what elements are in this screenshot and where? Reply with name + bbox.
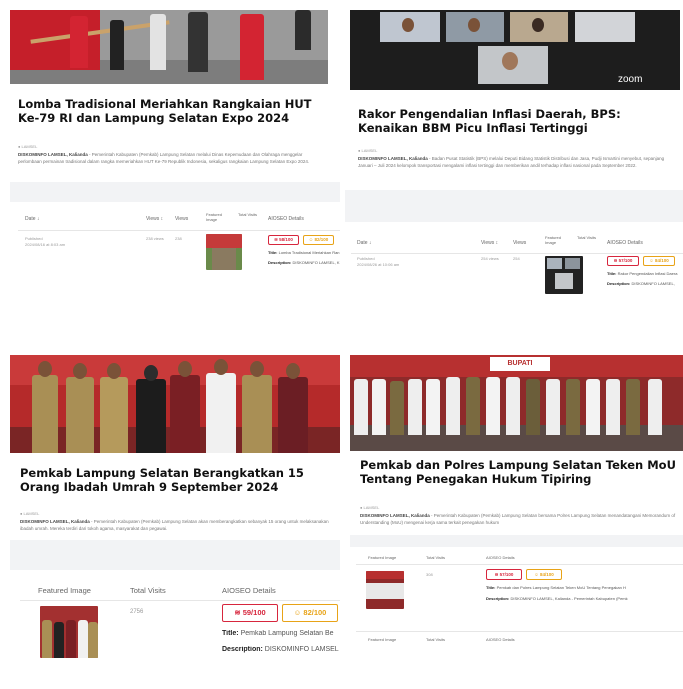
col-total-visits[interactable]: Total Visits xyxy=(426,555,445,560)
featured-thumb-2[interactable] xyxy=(545,256,583,294)
seo-score-badge[interactable]: ≋ 57/100 xyxy=(486,569,522,580)
col-aioseo[interactable]: AIOSEO Details xyxy=(486,555,515,560)
col-featured-image[interactable]: Featured Image xyxy=(206,212,232,222)
seo-title: Title: Pemkab dan Polres Lampung Selatan… xyxy=(486,585,626,590)
banner-text: BUPATI xyxy=(490,357,550,371)
smile-icon: ☺ xyxy=(534,572,539,577)
seo-title: Title: Lomba Tradisional Meriahkan Ran xyxy=(268,250,340,255)
featured-photo-4[interactable]: BUPATI xyxy=(350,355,683,451)
news-title-2[interactable]: Rakor Pengendalian Inflasi Daerah, BPS: … xyxy=(358,107,658,136)
seo-description: Description: DISKOMINFO LAMSEL, xyxy=(607,281,675,286)
row-views-b: 254 xyxy=(513,256,520,261)
readability-score-badge[interactable]: ☺ 84/100 xyxy=(526,569,562,580)
seo-score-badge[interactable]: ≋ 58/100 xyxy=(268,235,299,245)
col-date[interactable]: Date ↓ xyxy=(357,240,371,246)
readability-score-badge[interactable]: ☺ 82/100 xyxy=(282,604,338,622)
news-meta-3: ● LAMSEL xyxy=(20,511,40,516)
readability-score-badge[interactable]: ☺ 82/100 xyxy=(303,235,334,245)
news-title-4[interactable]: Pemkab dan Polres Lampung Selatan Teken … xyxy=(360,458,676,487)
featured-photo-1[interactable] xyxy=(10,10,328,84)
featured-thumb-3[interactable] xyxy=(40,606,98,658)
stats-table-4: Featured Image Total Visits AIOSEO Detai… xyxy=(350,547,683,689)
excerpt-source: DISKOMINFO LAMSEL, Kalianda xyxy=(20,519,90,524)
col-featured-image[interactable]: Featured Image xyxy=(545,235,571,245)
col-aioseo[interactable]: AIOSEO Details xyxy=(607,240,643,246)
row-total-visits: 308 xyxy=(426,572,433,577)
seo-description: Description: DISKOMINFO LAMSEL, K xyxy=(268,260,340,265)
col-views[interactable]: Views xyxy=(513,240,526,246)
col-views-sort[interactable]: Views ↕ xyxy=(146,216,163,222)
row-date: Published 2024/08/16 at 8:03 am xyxy=(25,236,66,247)
row-date: Published 2024/08/26 at 10:06 am xyxy=(357,256,400,267)
featured-thumb-4[interactable] xyxy=(366,571,404,609)
stats-table-1: Date ↓ Views ↕ Views Featured Image Tota… xyxy=(10,202,340,352)
seo-score-badge[interactable]: ≋ 59/100 xyxy=(222,604,278,622)
seo-icon: ≋ xyxy=(494,572,499,577)
col-total-visits[interactable]: Total Visits xyxy=(130,586,166,595)
footer-col-aioseo[interactable]: AIOSEO Details xyxy=(486,637,515,642)
smile-icon: ☺ xyxy=(308,237,314,242)
featured-photo-2[interactable]: zoom xyxy=(350,10,680,90)
news-card-3[interactable]: Pemkab Lampung Selatan Berangkatkan 15 O… xyxy=(10,355,340,540)
news-card-2[interactable]: zoom Rakor Pengendalian Inflasi Daerah, … xyxy=(350,10,680,190)
news-title-1[interactable]: Lomba Tradisional Meriahkan Rangkaian HU… xyxy=(18,97,318,126)
featured-photo-3[interactable] xyxy=(10,355,340,453)
col-views[interactable]: Views xyxy=(175,216,188,222)
col-aioseo[interactable]: AIOSEO Details xyxy=(222,586,276,595)
col-featured-image[interactable]: Featured Image xyxy=(368,555,396,560)
seo-title: Title: Rakor Pengendalian Inflasi Daera xyxy=(607,271,678,276)
row-views-a: 238 views xyxy=(146,236,164,241)
news-excerpt-4: DISKOMINFO LAMSEL, Kalianda - Pemerintah… xyxy=(360,513,676,527)
col-date[interactable]: Date ↓ xyxy=(25,216,39,222)
featured-thumb-1[interactable] xyxy=(206,234,242,270)
seo-description: Description: DISKOMINFO LAMSEL xyxy=(222,646,339,653)
readability-score-badge[interactable]: ☺ 84/100 xyxy=(643,256,675,266)
col-total-visits[interactable]: Total Visits xyxy=(238,212,258,217)
zoom-logo: zoom xyxy=(618,74,643,85)
excerpt-source: DISKOMINFO LAMSEL, Kalianda xyxy=(360,513,430,518)
news-title-3[interactable]: Pemkab Lampung Selatan Berangkatkan 15 O… xyxy=(20,466,330,495)
col-views-sort[interactable]: Views ↕ xyxy=(481,240,498,246)
seo-icon: ≋ xyxy=(234,608,241,617)
stats-table-2: Date ↓ Views ↕ Views Featured Image Tota… xyxy=(345,222,683,350)
footer-col-featured-image[interactable]: Featured Image xyxy=(368,637,396,642)
seo-score-badge[interactable]: ≋ 57/100 xyxy=(607,256,639,266)
row-views-b: 238 xyxy=(175,236,182,241)
news-card-1[interactable]: Lomba Tradisional Meriahkan Rangkaian HU… xyxy=(10,10,328,182)
col-aioseo[interactable]: AIOSEO Details xyxy=(268,216,304,222)
row-views-a: 254 views xyxy=(481,256,499,261)
col-featured-image[interactable]: Featured Image xyxy=(38,586,91,595)
seo-description: Description: DISKOMINFO LAMSEL, Kalianda… xyxy=(486,596,628,601)
smile-icon: ☺ xyxy=(649,258,654,263)
seo-icon: ≋ xyxy=(613,258,618,263)
excerpt-source: DISKOMINFO LAMSEL, Kalianda xyxy=(358,156,428,161)
footer-col-total-visits[interactable]: Total Visits xyxy=(426,637,445,642)
stats-table-3: Featured Image Total Visits AIOSEO Detai… xyxy=(10,570,340,689)
news-meta-4: ● LAMSEL xyxy=(360,505,380,510)
news-meta-1: ● LAMSEL xyxy=(18,144,38,149)
smile-icon: ☺ xyxy=(293,608,302,617)
seo-icon: ≋ xyxy=(274,237,278,242)
row-total-visits: 2756 xyxy=(130,609,144,615)
news-meta-2: ● LAMSEL xyxy=(358,148,378,153)
col-total-visits[interactable]: Total Visits xyxy=(577,235,597,240)
excerpt-source: DISKOMINFO LAMSEL, Kalianda xyxy=(18,152,88,157)
seo-title: Title: Pemkab Lampung Selatan Be xyxy=(222,630,334,637)
news-excerpt-1: DISKOMINFO LAMSEL, Kalianda - Pemerintah… xyxy=(18,152,318,166)
news-excerpt-2: DISKOMINFO LAMSEL, Kalianda - Badan Pusa… xyxy=(358,156,670,170)
news-card-4[interactable]: BUPATI Pemkab dan Polres Lampung Selatan… xyxy=(350,355,683,535)
news-excerpt-3: DISKOMINFO LAMSEL, Kalianda - Pemerintah… xyxy=(20,519,332,533)
